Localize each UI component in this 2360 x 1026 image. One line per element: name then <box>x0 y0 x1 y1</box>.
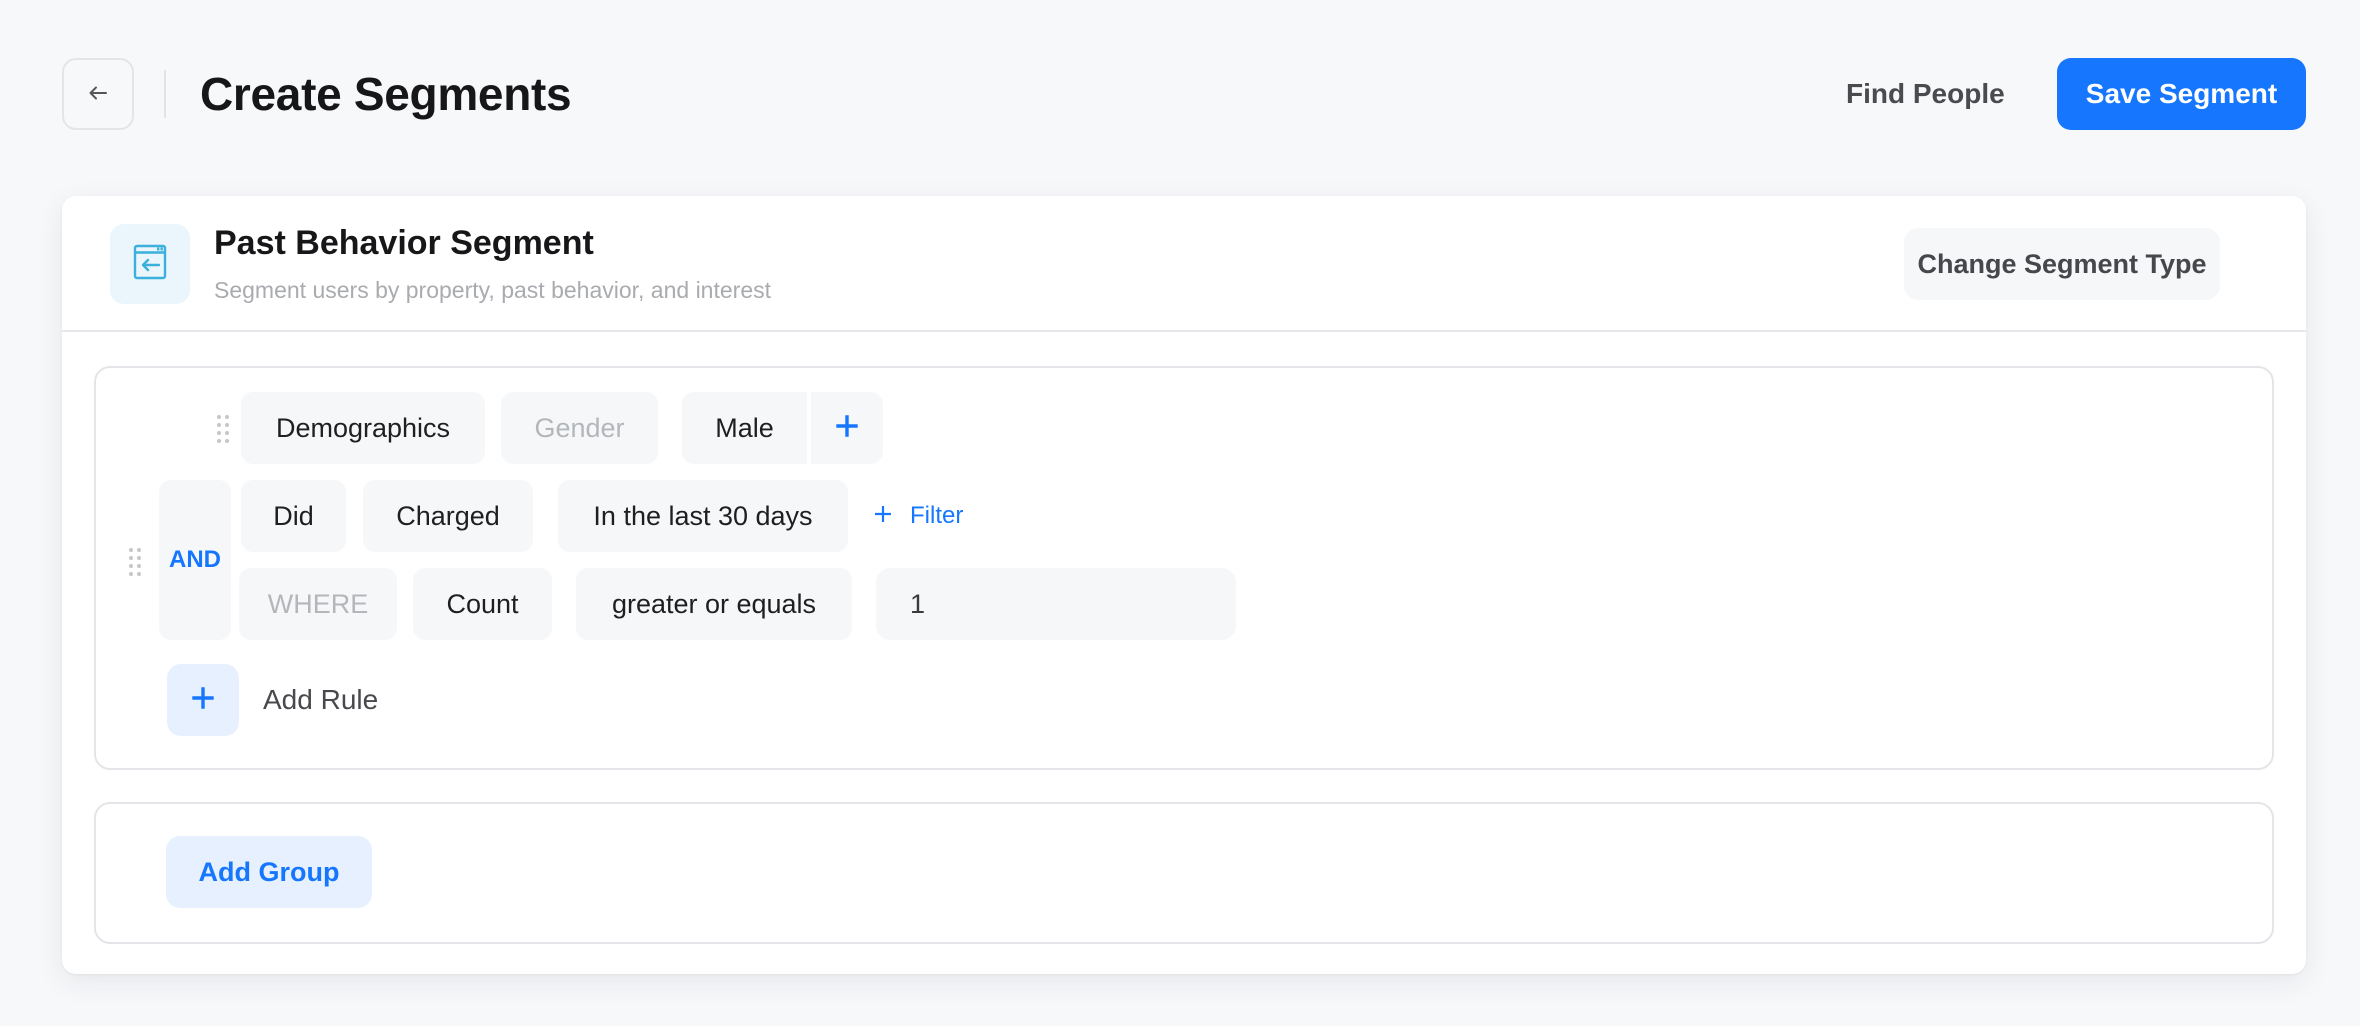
add-filter-label: Filter <box>910 502 964 529</box>
aggregate-select[interactable]: Count <box>413 568 552 640</box>
segment-type-title: Past Behavior Segment <box>214 224 594 262</box>
find-people-button[interactable]: Find People <box>1846 66 2005 122</box>
add-group-button[interactable]: Add Group <box>166 836 372 908</box>
rule-group: Demographics Gender Male AND Did Charged… <box>94 366 2274 770</box>
segment-type-header: Past Behavior Segment Segment users by p… <box>62 196 2306 332</box>
save-segment-button[interactable]: Save Segment <box>2057 58 2306 130</box>
logical-operator-toggle[interactable]: AND <box>159 480 231 640</box>
add-filter-button[interactable]: Filter <box>874 480 963 552</box>
change-segment-type-button[interactable]: Change Segment Type <box>1904 228 2220 300</box>
plus-icon <box>836 414 858 442</box>
add-value-button[interactable] <box>811 392 883 464</box>
rule-value-select[interactable]: Male <box>682 392 807 464</box>
browser-window-arrow-left-icon <box>133 244 167 285</box>
add-rule-button[interactable] <box>167 664 239 736</box>
segment-type-icon-box <box>110 224 190 304</box>
comparator-select[interactable]: greater or equals <box>576 568 852 640</box>
rule-property-select[interactable]: Gender <box>501 392 658 464</box>
where-select[interactable]: WHERE <box>239 568 397 640</box>
add-rule-label[interactable]: Add Rule <box>263 664 378 736</box>
drag-handle-icon[interactable] <box>217 415 229 445</box>
title-divider <box>164 70 166 118</box>
add-group-container: Add Group <box>94 802 2274 944</box>
threshold-input[interactable] <box>876 568 1236 640</box>
arrow-left-icon <box>87 82 109 107</box>
rule-event-select[interactable]: Charged <box>363 480 533 552</box>
segment-card: Past Behavior Segment Segment users by p… <box>62 196 2306 974</box>
rule-action-select[interactable]: Did <box>241 480 346 552</box>
segment-type-subtitle: Segment users by property, past behavior… <box>214 277 771 303</box>
rule-category-select[interactable]: Demographics <box>241 392 485 464</box>
page-title: Create Segments <box>200 68 572 120</box>
plus-icon <box>874 502 892 530</box>
back-button[interactable] <box>62 58 134 130</box>
drag-handle-icon[interactable] <box>129 548 141 578</box>
rule-time-range-select[interactable]: In the last 30 days <box>558 480 848 552</box>
plus-icon <box>192 686 214 714</box>
